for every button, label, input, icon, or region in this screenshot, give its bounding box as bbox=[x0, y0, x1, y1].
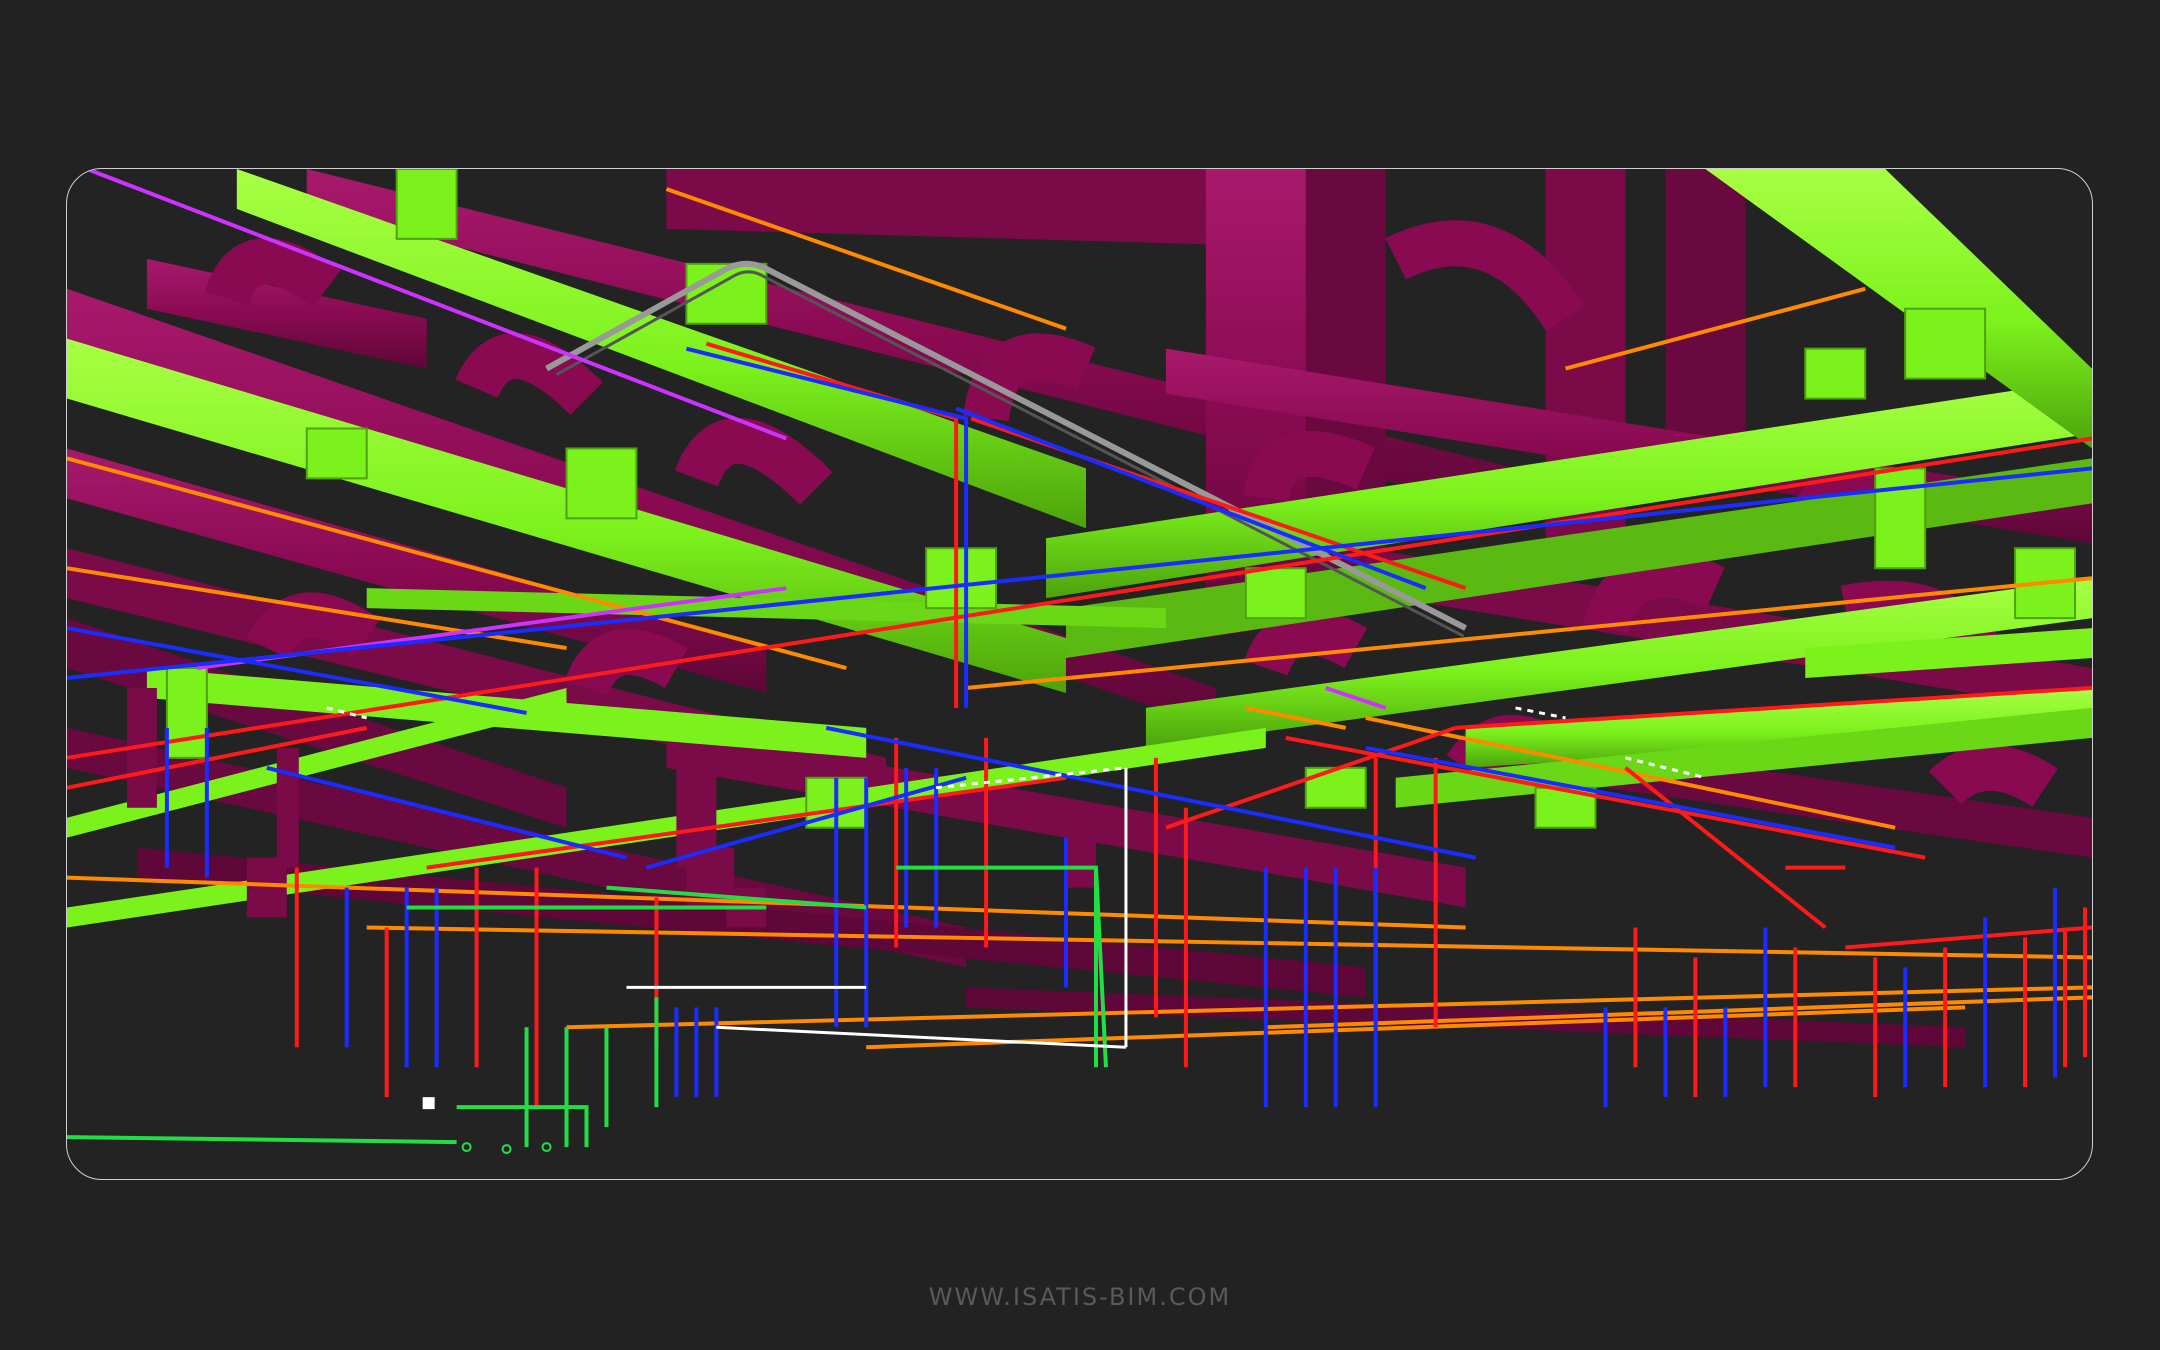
mep-model-render bbox=[67, 169, 2092, 1155]
page: WWW.ISATIS-BIM.COM bbox=[0, 0, 2160, 1350]
bim-viewport[interactable] bbox=[66, 168, 2093, 1180]
website-url: WWW.ISATIS-BIM.COM bbox=[928, 1283, 1232, 1311]
